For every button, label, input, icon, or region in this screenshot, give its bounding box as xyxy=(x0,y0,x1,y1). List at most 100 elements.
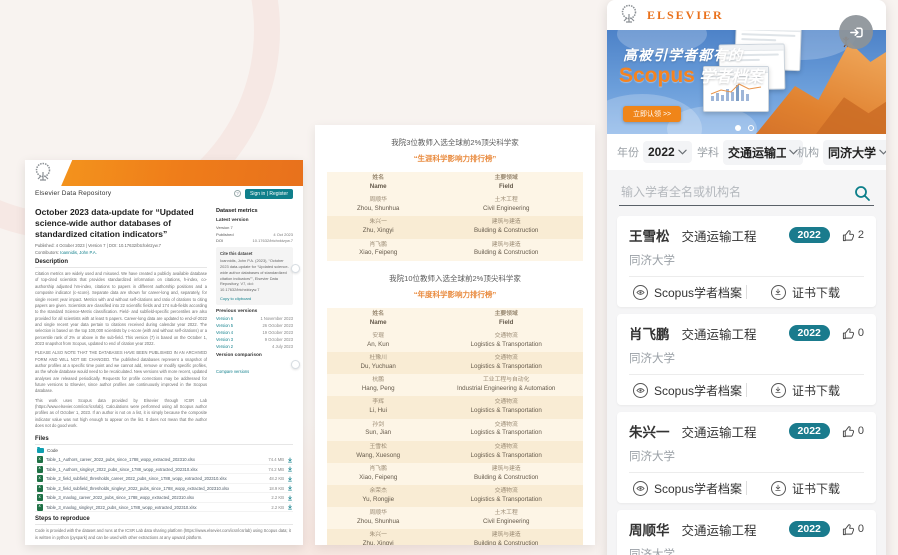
enter-arrow-icon xyxy=(848,24,865,41)
doi-value: 10.17632/btchxktzyw.7 xyxy=(253,238,293,243)
table-row: 李辉 Li, Hui 交通物流 Logistics & Transportati… xyxy=(327,396,583,418)
table-row: 周顺华 Zhou, Shunhua 土木工程 Civil Engineering xyxy=(327,194,583,216)
version-link[interactable]: Version 4 xyxy=(216,330,233,335)
download-file-icon[interactable] xyxy=(287,476,293,482)
table-row: 肖飞鹏 Xiao, Feipeng 建筑与建造 Building & Const… xyxy=(327,463,583,485)
file-row[interactable]: Table_1_Authors_singleyr_2022_pubs_since… xyxy=(35,465,293,475)
table-row: 朱兴一 Zhu, Xingyi 建筑与建造 Building & Constru… xyxy=(327,529,583,545)
version-link[interactable]: Version 2 xyxy=(216,344,233,349)
table-row: 杜豫川 Du, Yuchuan 交通物流 Logistics & Transpo… xyxy=(327,352,583,374)
folder-icon xyxy=(37,448,44,453)
steps-heading: Steps to reproduce xyxy=(35,516,293,525)
scopus-wordmark: Scopus xyxy=(619,64,695,87)
feedback-widget-button[interactable] xyxy=(291,360,300,369)
carousel-dot[interactable] xyxy=(748,125,754,131)
certificate-download-button[interactable]: 证书下载 xyxy=(747,480,864,497)
version-date: 4 July 2023 xyxy=(272,344,293,349)
download-file-icon[interactable] xyxy=(287,504,293,510)
file-row[interactable]: Table_2_field_subfield_thresholds_career… xyxy=(35,474,293,484)
version-date: 1 November 2023 xyxy=(260,316,293,321)
copy-to-clipboard-link[interactable]: Copy to clipboard xyxy=(220,296,289,301)
feedback-widget-button[interactable] xyxy=(291,264,300,273)
file-row[interactable]: Table_3_maxlog_singleyr_2022_pubs_since_… xyxy=(35,503,293,513)
elsevier-wordmark: ELSEVIER xyxy=(647,8,724,23)
like-button[interactable]: 0 xyxy=(842,327,864,340)
banner-subheadline: Scopus 学者档案 xyxy=(619,63,763,88)
dataset-title: October 2023 data-update for “Updated sc… xyxy=(35,207,207,240)
certificate-download-button[interactable]: 证书下载 xyxy=(747,284,864,301)
annual-ranking-section: 我院10位教师入选全球前2%顶尖科学家 “年度科学影响力排行榜” 姓名 Name… xyxy=(327,273,583,545)
scopus-profile-button[interactable]: Scopus学者档案 xyxy=(629,382,746,399)
citation-box: Cite this dataset Ioannidis, John P.A. (… xyxy=(216,247,293,305)
version-row: Version 3 9 October 2023 xyxy=(216,337,293,342)
excel-file-icon xyxy=(37,504,43,511)
like-button[interactable]: 0 xyxy=(842,425,864,438)
repository-brand: Elsevier Data Repository xyxy=(35,190,111,197)
scholar-name: 王雪松 xyxy=(629,225,670,245)
file-name: Table_3_maxlog_singleyr_2022_pubs_since_… xyxy=(46,505,197,510)
filter-select[interactable]: 2022 xyxy=(643,141,692,163)
download-file-icon[interactable] xyxy=(287,457,293,463)
table-row: 王雪松 Wang, Xuesong 交通物流 Logistics & Trans… xyxy=(327,441,583,463)
table-row: 安琨 An, Kun 交通物流 Logistics & Transportati… xyxy=(327,330,583,352)
download-file-icon[interactable] xyxy=(287,495,293,501)
contributors-line: Contributors: Ioannidis, John P.A. xyxy=(35,250,207,255)
file-name: Table_2_field_subfield_thresholds_career… xyxy=(46,476,227,481)
thumbs-up-icon xyxy=(842,523,855,536)
signin-register-button[interactable]: Sign in | Register xyxy=(245,189,293,199)
like-button[interactable]: 0 xyxy=(842,523,864,536)
help-icon[interactable]: ? xyxy=(234,190,241,197)
claim-now-button[interactable]: 立即认领 >> xyxy=(623,106,681,122)
version-row: Version 5 26 October 2023 xyxy=(216,323,293,328)
certificate-download-button[interactable]: 证书下载 xyxy=(747,382,864,399)
carousel-dot-active[interactable] xyxy=(735,125,741,131)
scopus-promo-banner[interactable]: 高被引学者都有的 Scopus 学者档案 立即认领 >> xyxy=(607,30,886,134)
version-row: Version 4 19 October 2023 xyxy=(216,330,293,335)
excel-file-icon xyxy=(37,456,43,463)
version-link[interactable]: Version 3 xyxy=(216,337,233,342)
thumbs-up-icon xyxy=(842,327,855,340)
thumbs-up-icon xyxy=(842,229,855,242)
search-bar xyxy=(619,180,874,206)
file-row[interactable]: Table_1_Authors_career_2022_pubs_since_1… xyxy=(35,455,293,465)
filter-label: 机构 xyxy=(797,144,819,160)
version-link[interactable]: Version 5 xyxy=(216,323,233,328)
search-input[interactable] xyxy=(619,180,874,205)
scopus-profile-button[interactable]: Scopus学者档案 xyxy=(629,480,746,497)
file-row[interactable]: Table_3_maxlog_career_2022_pubs_since_17… xyxy=(35,493,293,503)
excel-file-icon xyxy=(37,475,43,482)
scholar-name: 朱兴一 xyxy=(629,421,670,441)
version-comparison-heading: Version comparison xyxy=(216,353,293,358)
scopus-profile-button[interactable]: Scopus学者档案 xyxy=(629,284,746,301)
search-icon[interactable] xyxy=(854,185,871,202)
table-header-row: 姓名 Name 主要领域 Field xyxy=(327,172,583,194)
description-paragraphs: Citation metrics are widely used and mis… xyxy=(35,271,207,429)
download-file-icon[interactable] xyxy=(287,466,293,472)
filter-select[interactable]: 同济大学 xyxy=(823,140,886,165)
filter-value: 2022 xyxy=(648,145,675,159)
scholar-cards: 王雪松 交通运输工程 2022 2 同济大学 xyxy=(617,216,876,555)
elsevier-tree-logo xyxy=(619,4,639,26)
ranking-card: 我院3位教师入选全球前2%顶尖科学家 “生涯科学影响力排行榜” 姓名 Name … xyxy=(315,125,595,545)
filter-select[interactable]: 交通运输工程 xyxy=(723,140,803,165)
folder-name: Code xyxy=(47,448,58,453)
code-folder-row[interactable]: Code xyxy=(37,448,293,453)
file-name: Table_1_Authors_singleyr_2022_pubs_since… xyxy=(46,467,198,472)
download-file-icon[interactable] xyxy=(287,485,293,491)
section2-title: 我院10位教师入选全球前2%顶尖科学家 xyxy=(327,273,583,284)
version-link[interactable]: Version 6 xyxy=(216,316,233,321)
scholar-list-area: 王雪松 交通运输工程 2022 2 同济大学 xyxy=(607,170,886,555)
scholar-field: 交通运输工程 xyxy=(682,520,757,539)
contributor-link[interactable]: Ioannidis, John P.A. xyxy=(60,250,97,255)
login-enter-button[interactable] xyxy=(839,15,873,49)
like-count: 0 xyxy=(858,425,864,437)
compare-versions-link[interactable]: Compare versions xyxy=(216,369,249,374)
version-row: Version 6 1 November 2023 xyxy=(216,316,293,321)
section1-subtitle: “生涯科学影响力排行榜” xyxy=(327,153,583,164)
steps-text: Code is provided with the dataset and ru… xyxy=(35,528,293,540)
scopus-app-panel: ELSEVIER xyxy=(607,0,886,555)
like-button[interactable]: 2 xyxy=(842,229,864,242)
table-row: 孙剑 Sun, Jian 交通物流 Logistics & Transporta… xyxy=(327,419,583,441)
scholar-card: 周顺华 交通运输工程 2022 0 同济大学 xyxy=(617,510,876,555)
file-row[interactable]: Table_2_field_subfield_thresholds_single… xyxy=(35,484,293,494)
